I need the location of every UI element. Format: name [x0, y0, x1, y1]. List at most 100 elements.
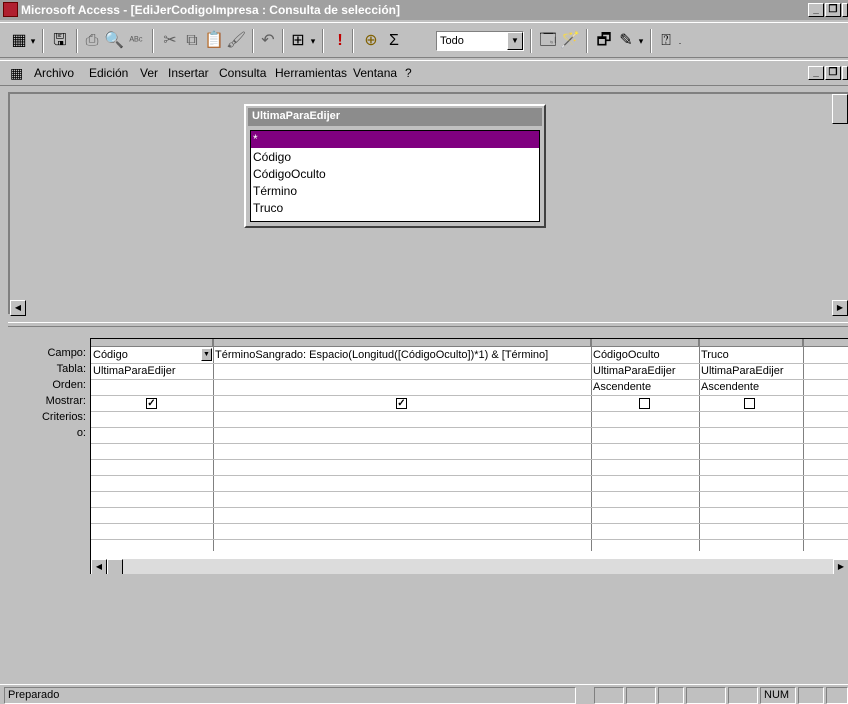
query-type-dropdown-icon[interactable]: ▾ — [308, 29, 318, 53]
menu-archivo[interactable]: Archivo — [34, 66, 74, 80]
totals-icon[interactable]: Σ — [384, 29, 404, 53]
grid-line — [91, 411, 848, 412]
window-title: Microsoft Access - [EdiJerCodigoImpresa … — [21, 3, 400, 17]
mostrar-checkbox-4[interactable] — [744, 398, 755, 409]
view-icon[interactable]: ▦ — [10, 29, 28, 53]
menu-herramientas[interactable]: Herramientas — [275, 66, 347, 80]
column-selector[interactable] — [213, 339, 591, 347]
chevron-down-icon[interactable]: ▼ — [507, 32, 523, 50]
doc-restore-button[interactable]: ❐ — [825, 66, 841, 80]
menu-consulta[interactable]: Consulta — [219, 66, 266, 80]
mostrar-checkbox-3[interactable] — [639, 398, 650, 409]
menu-help[interactable]: ? — [405, 66, 412, 80]
run-icon[interactable]: ! — [332, 29, 348, 53]
orden-cell-4[interactable]: Ascendente — [699, 380, 801, 394]
show-table-icon[interactable]: ⊕ — [360, 29, 382, 53]
new-object-dropdown-icon[interactable]: ▾ — [636, 29, 646, 53]
field-list-title[interactable]: UltimaParaEdijer — [248, 108, 542, 126]
build-icon[interactable]: 🪄 — [560, 29, 580, 53]
grid-line — [91, 395, 848, 396]
scroll-track[interactable] — [123, 559, 833, 574]
field-codigo[interactable]: Código — [251, 149, 539, 166]
close-button[interactable] — [842, 3, 848, 17]
field-codigooculto[interactable]: CódigoOculto — [251, 166, 539, 183]
status-panel — [658, 687, 684, 704]
field-list-ultimaparaedijer[interactable]: UltimaParaEdijer * Código CódigoOculto T… — [244, 104, 546, 228]
format-painter-icon[interactable]: 🖌 — [226, 29, 246, 53]
properties-icon[interactable]: 🗔 — [538, 29, 558, 53]
upper-hscrollbar[interactable] — [10, 300, 832, 316]
help-icon[interactable]: ⍰ — [656, 29, 676, 53]
copy-icon[interactable]: ⧉ — [182, 29, 202, 53]
cut-icon[interactable]: ✂ — [160, 29, 180, 53]
paste-icon[interactable]: 📋 — [204, 29, 224, 53]
campo-cell-2[interactable]: TérminoSangrado: Espacio(Longitud([Códig… — [213, 348, 589, 362]
grid-line — [91, 507, 848, 508]
column-selector[interactable] — [699, 339, 803, 347]
toolbar-separator — [252, 29, 254, 53]
query-design-toolbar: ▦ ▾ 🖫 ⎙ 🔍 ᴬᴮᶜ ✂ ⧉ 📋 🖌 ↶ ⊞ ▾ ! ⊕ Σ Todo ▼… — [0, 22, 848, 58]
grid-line — [91, 539, 848, 540]
campo-cell-4[interactable]: Truco — [699, 348, 801, 362]
scroll-right-icon[interactable]: ▶ — [833, 559, 848, 574]
scroll-thumb[interactable] — [107, 559, 123, 574]
title-bar: Microsoft Access - [EdiJerCodigoImpresa … — [0, 0, 848, 20]
spelling-icon[interactable]: ᴬᴮᶜ — [126, 29, 146, 53]
tabla-cell-4[interactable]: UltimaParaEdijer — [699, 364, 801, 378]
menu-ventana[interactable]: Ventana — [353, 66, 397, 80]
upper-vscroll-up[interactable] — [832, 94, 848, 124]
mostrar-checkbox-1[interactable]: ✓ — [146, 398, 157, 409]
print-preview-icon[interactable]: 🔍 — [104, 29, 124, 53]
query-type-icon[interactable]: ⊞ — [288, 29, 308, 53]
orden-cell-3[interactable]: Ascendente — [591, 380, 697, 394]
menu-ver[interactable]: Ver — [140, 66, 158, 80]
menu-insertar[interactable]: Insertar — [168, 66, 209, 80]
field-all[interactable]: * — [251, 131, 539, 148]
query-window-icon[interactable]: ▦ — [10, 65, 28, 81]
mostrar-checkbox-2[interactable]: ✓ — [396, 398, 407, 409]
access-app-icon[interactable] — [3, 2, 18, 17]
save-icon[interactable]: 🖫 — [50, 29, 70, 53]
new-object-icon[interactable]: ✎ — [616, 29, 636, 53]
tabla-cell-3[interactable]: UltimaParaEdijer — [591, 364, 697, 378]
campo-cell-3[interactable]: CódigoOculto — [591, 348, 697, 362]
column-selector[interactable] — [91, 339, 213, 347]
scroll-left-icon[interactable]: ◀ — [10, 300, 26, 316]
column-selector[interactable] — [803, 339, 848, 347]
restore-button[interactable]: ❐ — [825, 3, 841, 17]
scroll-left-icon[interactable]: ◀ — [91, 559, 107, 574]
toolbar-separator — [42, 29, 44, 53]
pane-splitter[interactable] — [8, 322, 848, 327]
toolbar-separator — [530, 29, 532, 53]
minimize-button[interactable]: _ — [808, 3, 824, 17]
num-lock-indicator: NUM — [760, 687, 796, 704]
field-list: * Código CódigoOculto Término Truco — [250, 130, 540, 222]
grid-line — [213, 339, 214, 551]
scroll-right-icon[interactable]: ▶ — [832, 300, 848, 316]
status-text: Preparado — [4, 687, 576, 704]
view-dropdown-icon[interactable]: ▾ — [28, 29, 38, 53]
status-panel — [728, 687, 758, 704]
column-selector[interactable] — [591, 339, 699, 347]
grid-line — [91, 459, 848, 460]
doc-close-button[interactable] — [842, 66, 848, 80]
top-values-combo[interactable]: Todo ▼ — [436, 31, 524, 51]
status-panel — [686, 687, 726, 704]
doc-minimize-button[interactable]: _ — [808, 66, 824, 80]
undo-icon[interactable]: ↶ — [258, 29, 278, 53]
database-window-icon[interactable]: 🗗 — [594, 29, 614, 53]
print-icon[interactable]: ⎙ — [82, 29, 102, 53]
toolbar-options-icon[interactable]: . — [676, 29, 684, 53]
grid-hscrollbar[interactable]: ◀ ▶ — [91, 559, 848, 574]
status-panel — [826, 687, 848, 704]
tabla-cell-1[interactable]: UltimaParaEdijer — [91, 364, 211, 378]
field-truco[interactable]: Truco — [251, 200, 539, 217]
row-label-criterios: Criterios: — [41, 411, 86, 423]
campo-cell-1[interactable]: Código — [91, 348, 199, 362]
field-termino[interactable]: Término — [251, 183, 539, 200]
query-design-grid: Código ▼ UltimaParaEdijer ✓ TérminoSangr… — [90, 338, 848, 574]
grid-line — [91, 523, 848, 524]
status-panel — [594, 687, 624, 704]
menu-edicion[interactable]: Edición — [89, 66, 128, 80]
chevron-down-icon[interactable]: ▼ — [201, 348, 212, 361]
